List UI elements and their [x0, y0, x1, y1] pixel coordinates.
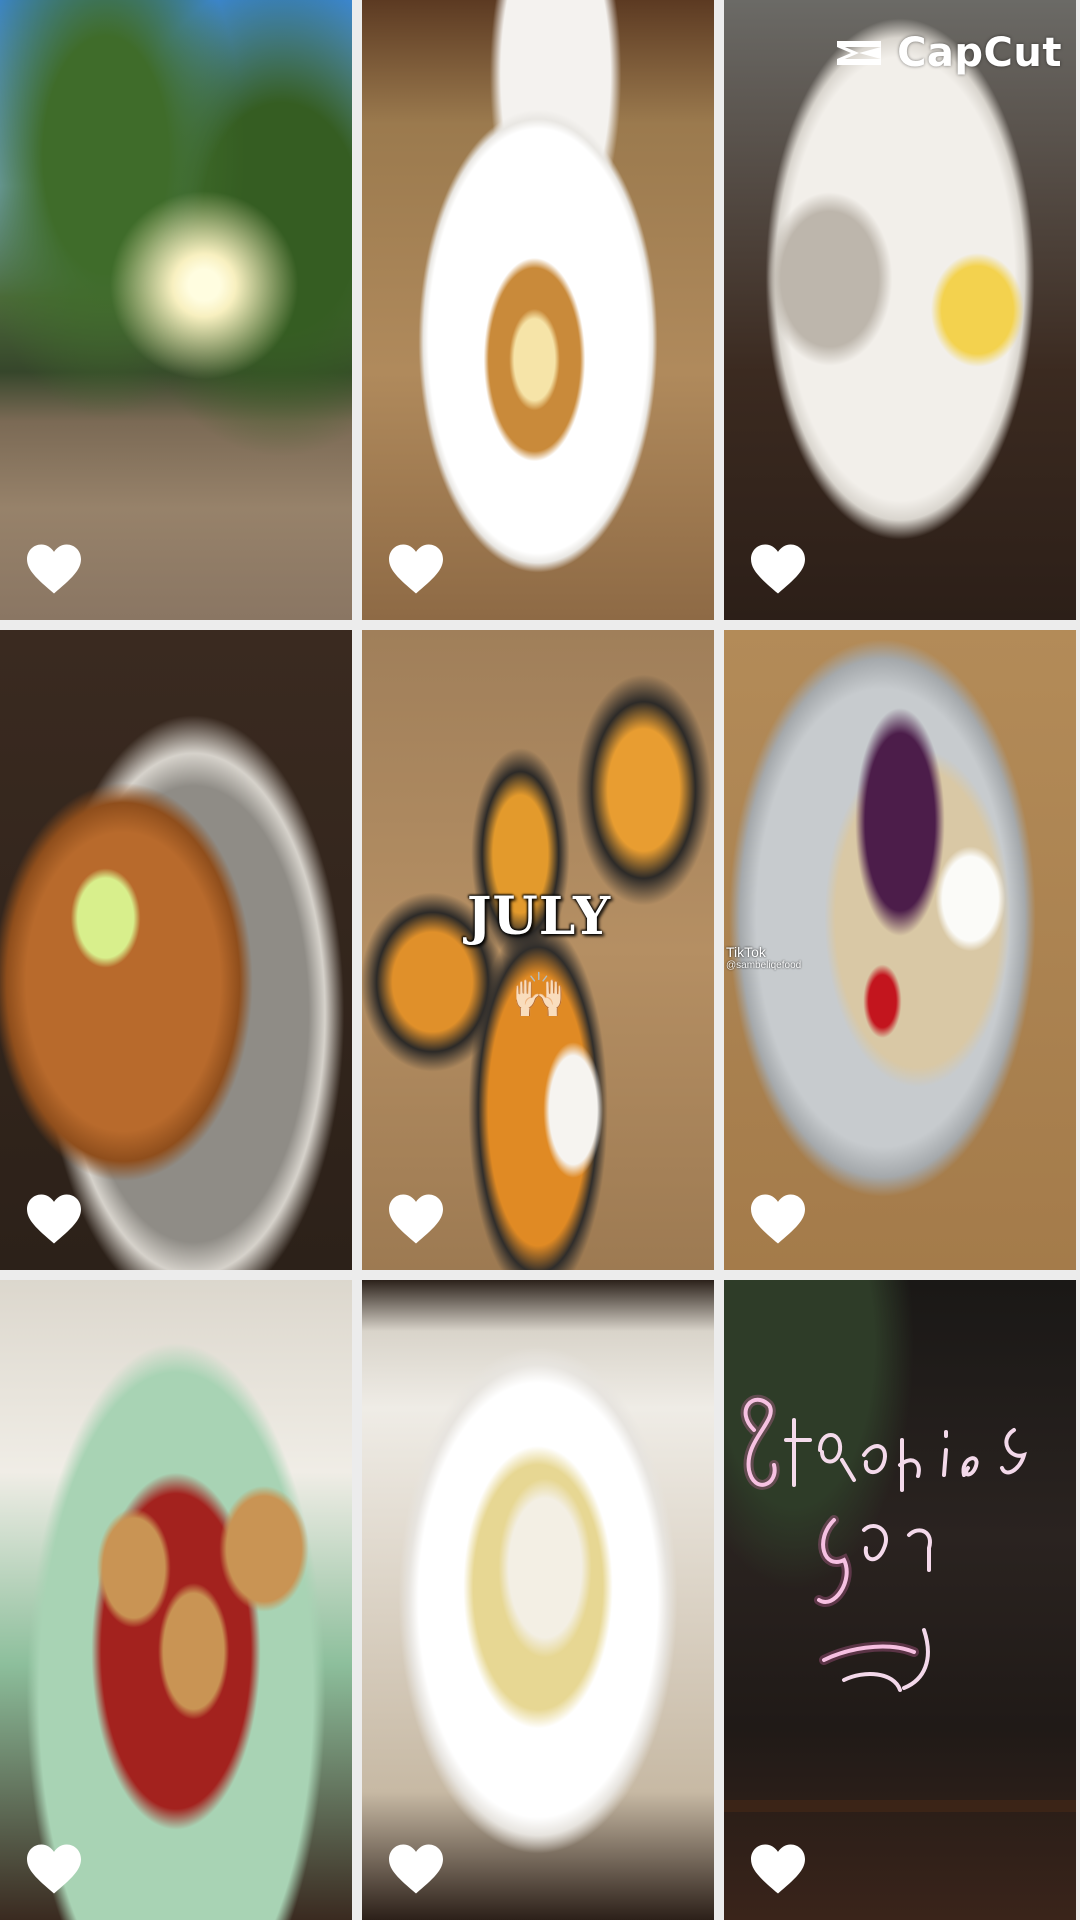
tiktok-label: TikTok	[726, 944, 766, 960]
tiktok-handle: @sambeliqefood	[726, 960, 802, 971]
photo-schnitzel	[0, 630, 352, 1270]
month-title: JULY	[466, 886, 612, 947]
heart-icon[interactable]	[24, 1842, 84, 1896]
photo-tile-schnitzel[interactable]	[0, 630, 352, 1270]
heart-icon[interactable]	[386, 1842, 446, 1896]
photo-tile-scotch-eggs[interactable]	[362, 0, 714, 620]
photo-scotch-eggs	[362, 0, 714, 620]
photo-tile-neon-sign[interactable]	[724, 1280, 1076, 1920]
heart-icon[interactable]	[24, 542, 84, 596]
photo-tile-curry[interactable]	[362, 630, 714, 1270]
photo-tile-garden[interactable]	[0, 0, 352, 620]
heart-icon[interactable]	[748, 542, 808, 596]
tiktok-watermark: TikTok @sambeliqefood	[726, 944, 801, 971]
photo-oyster	[724, 0, 1076, 620]
capcut-watermark: CapCut	[831, 28, 1062, 78]
heart-icon[interactable]	[386, 1192, 446, 1246]
heart-icon[interactable]	[748, 1192, 808, 1246]
photo-tile-pasta[interactable]	[362, 1280, 714, 1920]
photo-arancini	[0, 1280, 352, 1920]
capcut-logo-text: CapCut	[897, 30, 1062, 76]
heart-icon[interactable]	[748, 1842, 808, 1896]
neon-sign-graphic	[724, 1394, 1076, 1812]
photo-pasta	[362, 1280, 714, 1920]
heart-icon[interactable]	[24, 1192, 84, 1246]
photo-tile-arancini[interactable]	[0, 1280, 352, 1920]
capcut-logo-icon	[837, 41, 882, 65]
heart-icon[interactable]	[386, 542, 446, 596]
photo-grid	[0, 0, 1080, 1920]
photo-curry	[362, 630, 714, 1270]
photo-tile-oyster[interactable]	[724, 0, 1076, 620]
photo-garden	[0, 0, 352, 620]
raised-hands-emoji: 🙌🏻	[511, 971, 567, 1020]
